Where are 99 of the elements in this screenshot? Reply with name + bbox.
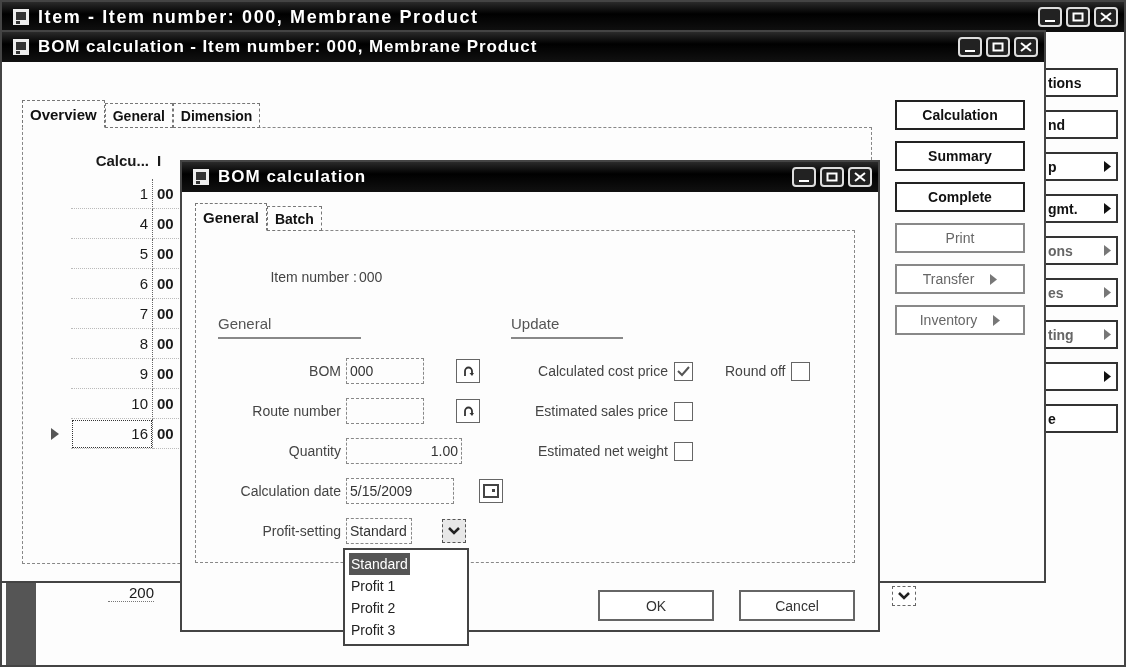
curved-arrow-icon (462, 405, 474, 417)
input-field[interactable]: 1.00 (346, 438, 462, 464)
field-value: 000 (358, 269, 383, 285)
column-header[interactable]: I (153, 149, 181, 172)
chevron-down-icon (898, 592, 910, 600)
field-label: Profit-setting (261, 523, 341, 539)
checkbox-label: Round off (725, 363, 786, 379)
tab[interactable]: General (195, 203, 267, 231)
maximize-icon (1072, 12, 1084, 22)
window-title: BOM calculation - Item number: 000, Membrane Product (38, 37, 539, 57)
action-button[interactable] (1046, 362, 1118, 391)
action-button[interactable]: Summary (895, 141, 1025, 171)
table-cell: 7 (71, 299, 153, 329)
dropdown-option[interactable]: Standard (349, 553, 410, 575)
table-cell: 8 (71, 329, 153, 359)
table-cell: 200 (108, 584, 154, 602)
minimize-button[interactable] (958, 37, 982, 57)
table-cell: 1 (71, 179, 153, 209)
lookup-button[interactable] (456, 399, 480, 423)
maximize-icon (992, 42, 1004, 52)
action-button[interactable]: nd (1046, 110, 1118, 139)
action-button[interactable]: tions (1046, 68, 1118, 97)
section-heading: Update (511, 315, 623, 339)
close-button[interactable] (848, 167, 872, 187)
dropdown-button[interactable] (892, 586, 916, 606)
dialog-button[interactable]: OK (598, 590, 714, 621)
date-field[interactable]: 5/15/2009 (346, 478, 454, 504)
tab[interactable]: Dimension (172, 103, 261, 128)
curved-arrow-icon (462, 365, 474, 377)
column-header[interactable]: Calcu... (71, 149, 153, 172)
field-label: Item number (269, 269, 349, 285)
caret-right-icon (993, 314, 1001, 326)
maximize-button[interactable] (820, 167, 844, 187)
table-cell: 9 (71, 359, 153, 389)
dropdown-option[interactable]: Profit 1 (349, 575, 398, 597)
maximize-button[interactable] (1066, 7, 1090, 27)
table-cell: 10 (71, 389, 153, 419)
row-pointer-icon (51, 428, 59, 440)
caret-right-icon (1104, 203, 1111, 214)
window-icon (12, 38, 30, 56)
window-title: Item - Item number: 000, Membrane Product (38, 6, 480, 28)
chevron-down-icon (448, 527, 460, 535)
checkbox[interactable] (674, 401, 693, 421)
dropdown-button[interactable] (442, 519, 466, 543)
window-icon (192, 168, 210, 186)
minimize-icon (965, 50, 975, 52)
close-button[interactable] (1094, 7, 1118, 27)
dropdown-option[interactable]: Profit 3 (349, 619, 398, 641)
field-label: Route number (251, 403, 341, 419)
close-icon (1100, 12, 1112, 22)
table-cell: 16 (71, 419, 153, 449)
caret-right-icon (1104, 161, 1111, 172)
caret-right-icon (1104, 329, 1111, 340)
action-button[interactable]: e (1046, 404, 1118, 433)
close-button[interactable] (1014, 37, 1038, 57)
dropdown-field[interactable]: Standard (346, 518, 412, 544)
table-cell: 5 (71, 239, 153, 269)
separator-text: : (353, 269, 357, 285)
checkbox-label: Estimated sales price (533, 403, 668, 419)
dropdown-option[interactable]: Profit 2 (349, 597, 398, 619)
field-label: Calculation date (239, 483, 341, 499)
close-icon (854, 172, 866, 182)
field-label: Quantity (287, 443, 341, 459)
caret-right-icon (1104, 287, 1111, 298)
table-cell: 4 (71, 209, 153, 239)
maximize-icon (826, 172, 838, 182)
caret-right-icon (1104, 371, 1111, 382)
field-label: BOM (308, 363, 341, 379)
minimize-button[interactable] (1038, 7, 1062, 27)
table-cell: 6 (71, 269, 153, 299)
calendar-icon (483, 484, 499, 498)
input-field[interactable]: 000 (346, 358, 424, 384)
checkbox-label: Calculated cost price (537, 363, 668, 379)
calendar-button[interactable] (479, 479, 503, 503)
action-button[interactable]: Complete (895, 182, 1025, 212)
tab[interactable]: General (104, 103, 173, 128)
lookup-button[interactable] (456, 359, 480, 383)
window-icon (12, 8, 30, 26)
minimize-icon (799, 180, 809, 182)
dialog-button[interactable]: Cancel (739, 590, 855, 621)
minimize-icon (1045, 20, 1055, 22)
window-title: BOM calculation (218, 167, 368, 187)
action-button[interactable]: p (1046, 152, 1118, 181)
caret-right-icon (990, 273, 998, 285)
tab[interactable]: Overview (22, 100, 105, 128)
checkbox[interactable] (674, 361, 693, 381)
maximize-button[interactable] (986, 37, 1010, 57)
check-icon (677, 365, 690, 377)
checkbox-label: Estimated net weight (537, 443, 668, 459)
action-button[interactable]: Calculation (895, 100, 1025, 130)
action-button[interactable]: gmt. (1046, 194, 1118, 223)
section-heading: General (218, 315, 361, 339)
input-field[interactable] (346, 398, 424, 424)
tab[interactable]: Batch (266, 206, 322, 231)
minimize-button[interactable] (792, 167, 816, 187)
checkbox[interactable] (674, 441, 693, 461)
checkbox[interactable] (791, 361, 811, 381)
close-icon (1020, 42, 1032, 52)
caret-right-icon (1104, 245, 1111, 256)
